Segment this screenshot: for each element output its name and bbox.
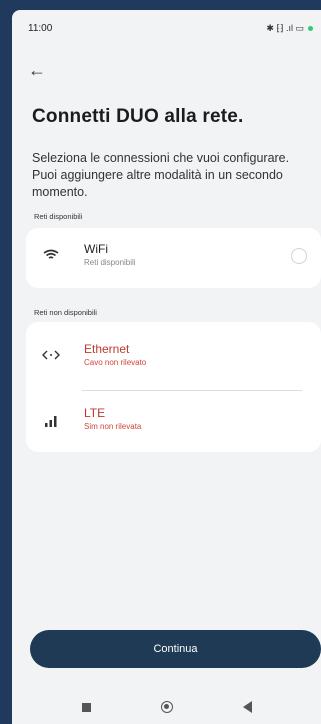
row-divider [82, 390, 302, 391]
page-subtitle: Seleziona le connessioni che vuoi config… [32, 151, 290, 199]
wifi-icon [36, 244, 66, 266]
wifi-subtitle: Reti disponibili [84, 258, 136, 267]
signal-bars-icon [36, 410, 66, 432]
status-icons-glyphs: ✱ ⁅⁆ .ıl ▭ [266, 22, 304, 33]
section-label-available: Reti disponibili [34, 212, 83, 221]
ethernet-icon [36, 344, 66, 366]
available-networks-card: WiFi Reti disponibili [26, 228, 321, 288]
back-arrow-icon[interactable]: ← [24, 58, 50, 82]
status-bar: 11:00 ✱ ⁅⁆ .ıl ▭ [12, 10, 321, 46]
lte-subtitle: Sim non rilevata [84, 422, 142, 431]
android-nav-bar [12, 690, 321, 724]
wifi-title: WiFi [84, 242, 108, 256]
lte-title: LTE [84, 406, 106, 420]
ethernet-subtitle: Cavo non rilevato [84, 358, 147, 367]
status-time: 11:00 [28, 22, 53, 34]
nav-back-icon[interactable] [242, 701, 252, 713]
network-row-ethernet: Ethernet Cavo non rilevato [26, 328, 321, 386]
ethernet-title: Ethernet [84, 342, 130, 356]
wifi-radio[interactable] [291, 248, 307, 264]
phone-screen: 11:00 ✱ ⁅⁆ .ıl ▭ ← Connetti DUO alla ret… [12, 10, 321, 724]
unavailable-networks-card: Ethernet Cavo non rilevato LTE Sim non r… [26, 322, 321, 452]
network-row-wifi[interactable]: WiFi Reti disponibili [26, 228, 321, 286]
section-label-unavailable: Reti non disponibili [34, 308, 97, 317]
recent-apps-icon[interactable] [81, 702, 91, 712]
status-dot-icon [308, 25, 313, 31]
continue-button[interactable]: Continua [30, 630, 321, 668]
network-row-lte: LTE Sim non rilevata [26, 394, 321, 452]
page-title: Connetti DUO alla rete. [32, 106, 244, 127]
status-icons: ✱ ⁅⁆ .ıl ▭ [266, 23, 313, 34]
home-icon[interactable] [160, 701, 173, 713]
